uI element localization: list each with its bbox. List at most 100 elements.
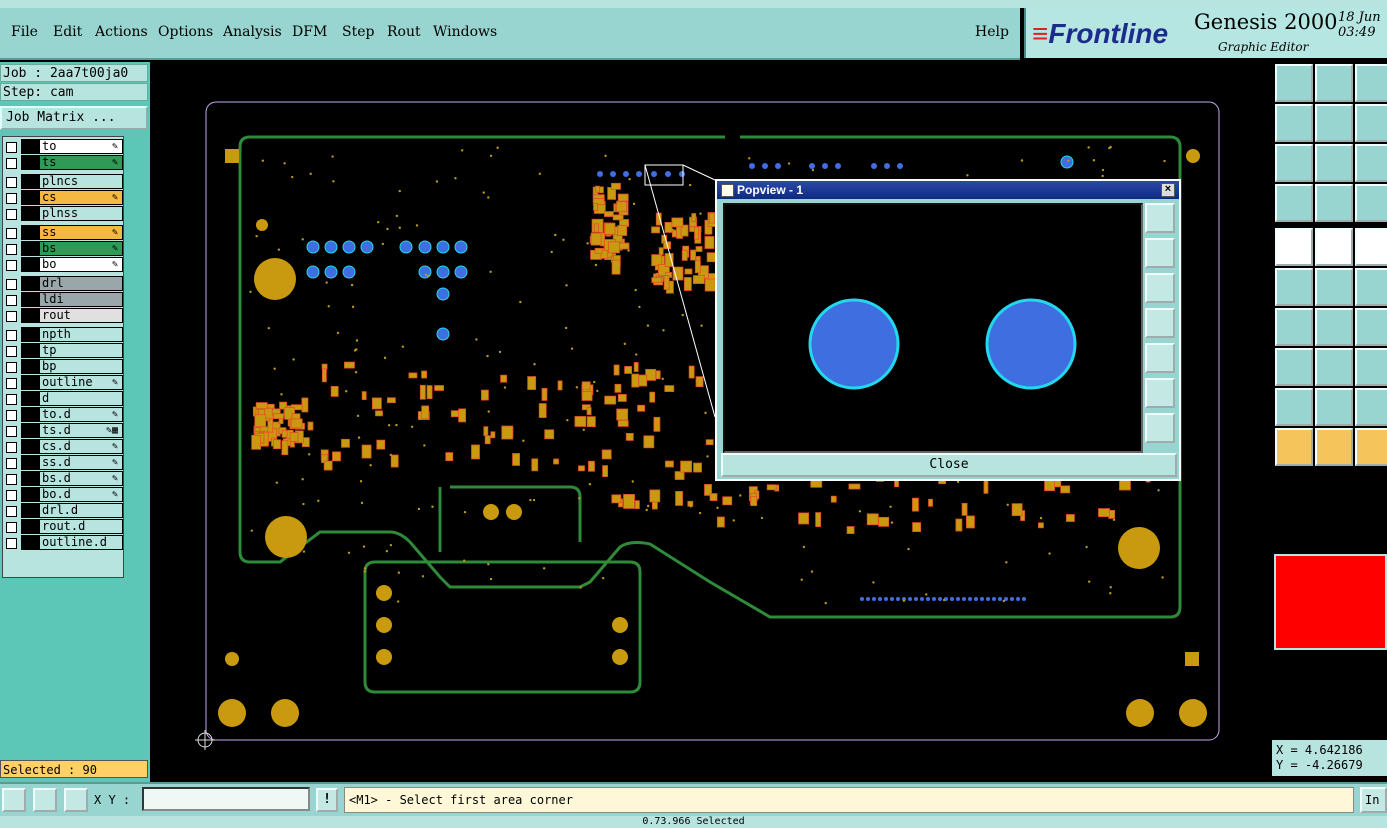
layer-checkbox[interactable] xyxy=(6,295,17,306)
layer-checkbox[interactable] xyxy=(6,490,17,501)
pointer-icon[interactable] xyxy=(1275,428,1313,466)
layer-checkbox[interactable] xyxy=(6,177,17,188)
pad-add-icon[interactable] xyxy=(1275,348,1313,386)
layer-row-tp[interactable]: tp xyxy=(3,343,123,359)
layer-affected-box[interactable] xyxy=(21,487,39,502)
layer-checkbox[interactable] xyxy=(6,244,17,255)
layer-checkbox[interactable] xyxy=(6,158,17,169)
layer-row-rout[interactable]: rout xyxy=(3,308,123,324)
layer-name[interactable]: bp xyxy=(39,359,123,374)
layer-row-cs-d[interactable]: cs.d ✎ xyxy=(3,439,123,455)
layer-row-npth[interactable]: npth xyxy=(3,327,123,343)
layer-name[interactable]: tp xyxy=(39,343,123,358)
line-add-icon[interactable] xyxy=(1315,348,1353,386)
exclamation-button[interactable]: ! xyxy=(316,788,338,812)
layer-checkbox[interactable] xyxy=(6,394,17,405)
layer-row-bs-d[interactable]: bs.d ✎ xyxy=(3,471,123,487)
layer-affected-box[interactable] xyxy=(21,257,39,272)
cross-icon[interactable] xyxy=(1315,268,1353,306)
layer-checkbox[interactable] xyxy=(6,311,17,322)
layer-affected-box[interactable] xyxy=(21,423,39,438)
layer-affected-box[interactable] xyxy=(21,225,39,240)
popview-close-button[interactable]: Close xyxy=(721,453,1177,477)
layer-checkbox[interactable] xyxy=(6,330,17,341)
layer-name[interactable]: to.d ✎ xyxy=(39,407,123,422)
zoom-fit-icon[interactable] xyxy=(1275,144,1313,182)
pan-right-icon[interactable] xyxy=(1315,104,1353,142)
layer-affected-box[interactable] xyxy=(21,190,39,205)
layer-checkbox[interactable] xyxy=(6,378,17,389)
layer-checkbox[interactable] xyxy=(6,346,17,357)
zoom-window-icon[interactable] xyxy=(1145,203,1175,233)
layer-affected-box[interactable] xyxy=(21,308,39,323)
layer-affected-box[interactable] xyxy=(21,535,39,550)
resize-icon[interactable] xyxy=(1355,348,1387,386)
layer-row-outline-d[interactable]: outline.d xyxy=(3,535,123,551)
layer-name[interactable]: bo.d ✎ xyxy=(39,487,123,502)
layer-row-plncs[interactable]: plncs xyxy=(3,174,123,190)
close-icon[interactable]: × xyxy=(1161,183,1175,197)
layer-name[interactable]: bs ✎ xyxy=(39,241,123,256)
layer-checkbox[interactable] xyxy=(6,362,17,373)
layer-affected-box[interactable] xyxy=(21,503,39,518)
layer-name[interactable]: rout xyxy=(39,308,123,323)
menu-options[interactable]: Options xyxy=(158,24,213,40)
layer-row-to[interactable]: to ✎ xyxy=(3,139,123,155)
menu-step[interactable]: Step xyxy=(342,24,374,40)
layer-affected-box[interactable] xyxy=(21,241,39,256)
layer-affected-box[interactable] xyxy=(21,375,39,390)
layer-name[interactable]: rout.d xyxy=(39,519,123,534)
menu-actions[interactable]: Actions xyxy=(95,24,148,40)
layer-row-ss-d[interactable]: ss.d ✎ xyxy=(3,455,123,471)
layer-checkbox[interactable] xyxy=(6,193,17,204)
layers-icon[interactable] xyxy=(1355,184,1387,222)
layer-checkbox[interactable] xyxy=(6,458,17,469)
layer-name[interactable]: outline.d xyxy=(39,535,123,550)
layer-name[interactable]: cs ✎ xyxy=(39,190,123,205)
layer-name[interactable]: ts ✎ xyxy=(39,155,123,170)
layer-row-bo[interactable]: bo ✎ xyxy=(3,257,123,273)
layer-name[interactable]: plncs xyxy=(39,174,123,189)
layer-name[interactable]: d xyxy=(39,391,123,406)
layer-row-ts[interactable]: ts ✎ xyxy=(3,155,123,171)
layer-affected-box[interactable] xyxy=(21,519,39,534)
menu-help[interactable]: Help xyxy=(975,24,1009,40)
text-icon[interactable] xyxy=(1355,388,1387,426)
pan-right-icon[interactable] xyxy=(1145,343,1175,373)
zoom-in-icon[interactable] xyxy=(1145,413,1175,443)
in-button[interactable]: In xyxy=(1360,787,1387,813)
layer-checkbox[interactable] xyxy=(6,522,17,533)
layer-affected-box[interactable] xyxy=(21,455,39,470)
layer-row-bs[interactable]: bs ✎ xyxy=(3,241,123,257)
layer-name[interactable]: bs.d ✎ xyxy=(39,471,123,486)
layer-name[interactable]: drl.d xyxy=(39,503,123,518)
layer-name[interactable]: ts.d ✎▦ xyxy=(39,423,123,438)
layer-checkbox[interactable] xyxy=(6,506,17,517)
layer-name[interactable]: plnss xyxy=(39,206,123,221)
layer-name[interactable]: cs.d ✎ xyxy=(39,439,123,454)
ruler-icon[interactable] xyxy=(1355,228,1387,266)
pan-down-icon[interactable] xyxy=(1145,273,1175,303)
grid-display-icon[interactable] xyxy=(1315,184,1353,222)
home-icon[interactable] xyxy=(1355,64,1387,102)
layer-name[interactable]: to ✎ xyxy=(39,139,123,154)
menu-analysis[interactable]: Analysis xyxy=(223,24,282,40)
net-icon[interactable] xyxy=(1275,268,1313,306)
layer-affected-box[interactable] xyxy=(21,391,39,406)
layer-affected-box[interactable] xyxy=(21,206,39,221)
layer-row-outline[interactable]: outline ✎ xyxy=(3,375,123,391)
pointer-circle-icon[interactable] xyxy=(1355,428,1387,466)
layer-row-ss[interactable]: ss ✎ xyxy=(3,225,123,241)
pan-left-icon[interactable] xyxy=(1275,104,1313,142)
layer-checkbox[interactable] xyxy=(6,538,17,549)
triangle-icon[interactable] xyxy=(1315,388,1353,426)
xy-input[interactable] xyxy=(142,787,310,811)
job-matrix-button[interactable]: Job Matrix ... xyxy=(0,106,148,130)
cross-select-icon[interactable] xyxy=(1315,228,1353,266)
pan-up-icon[interactable] xyxy=(1145,238,1175,268)
layer-affected-box[interactable] xyxy=(21,343,39,358)
menu-file[interactable]: File xyxy=(11,24,38,40)
snap-point-icon[interactable] xyxy=(1355,268,1387,306)
layer-affected-box[interactable] xyxy=(21,276,39,291)
layer-checkbox[interactable] xyxy=(6,410,17,421)
